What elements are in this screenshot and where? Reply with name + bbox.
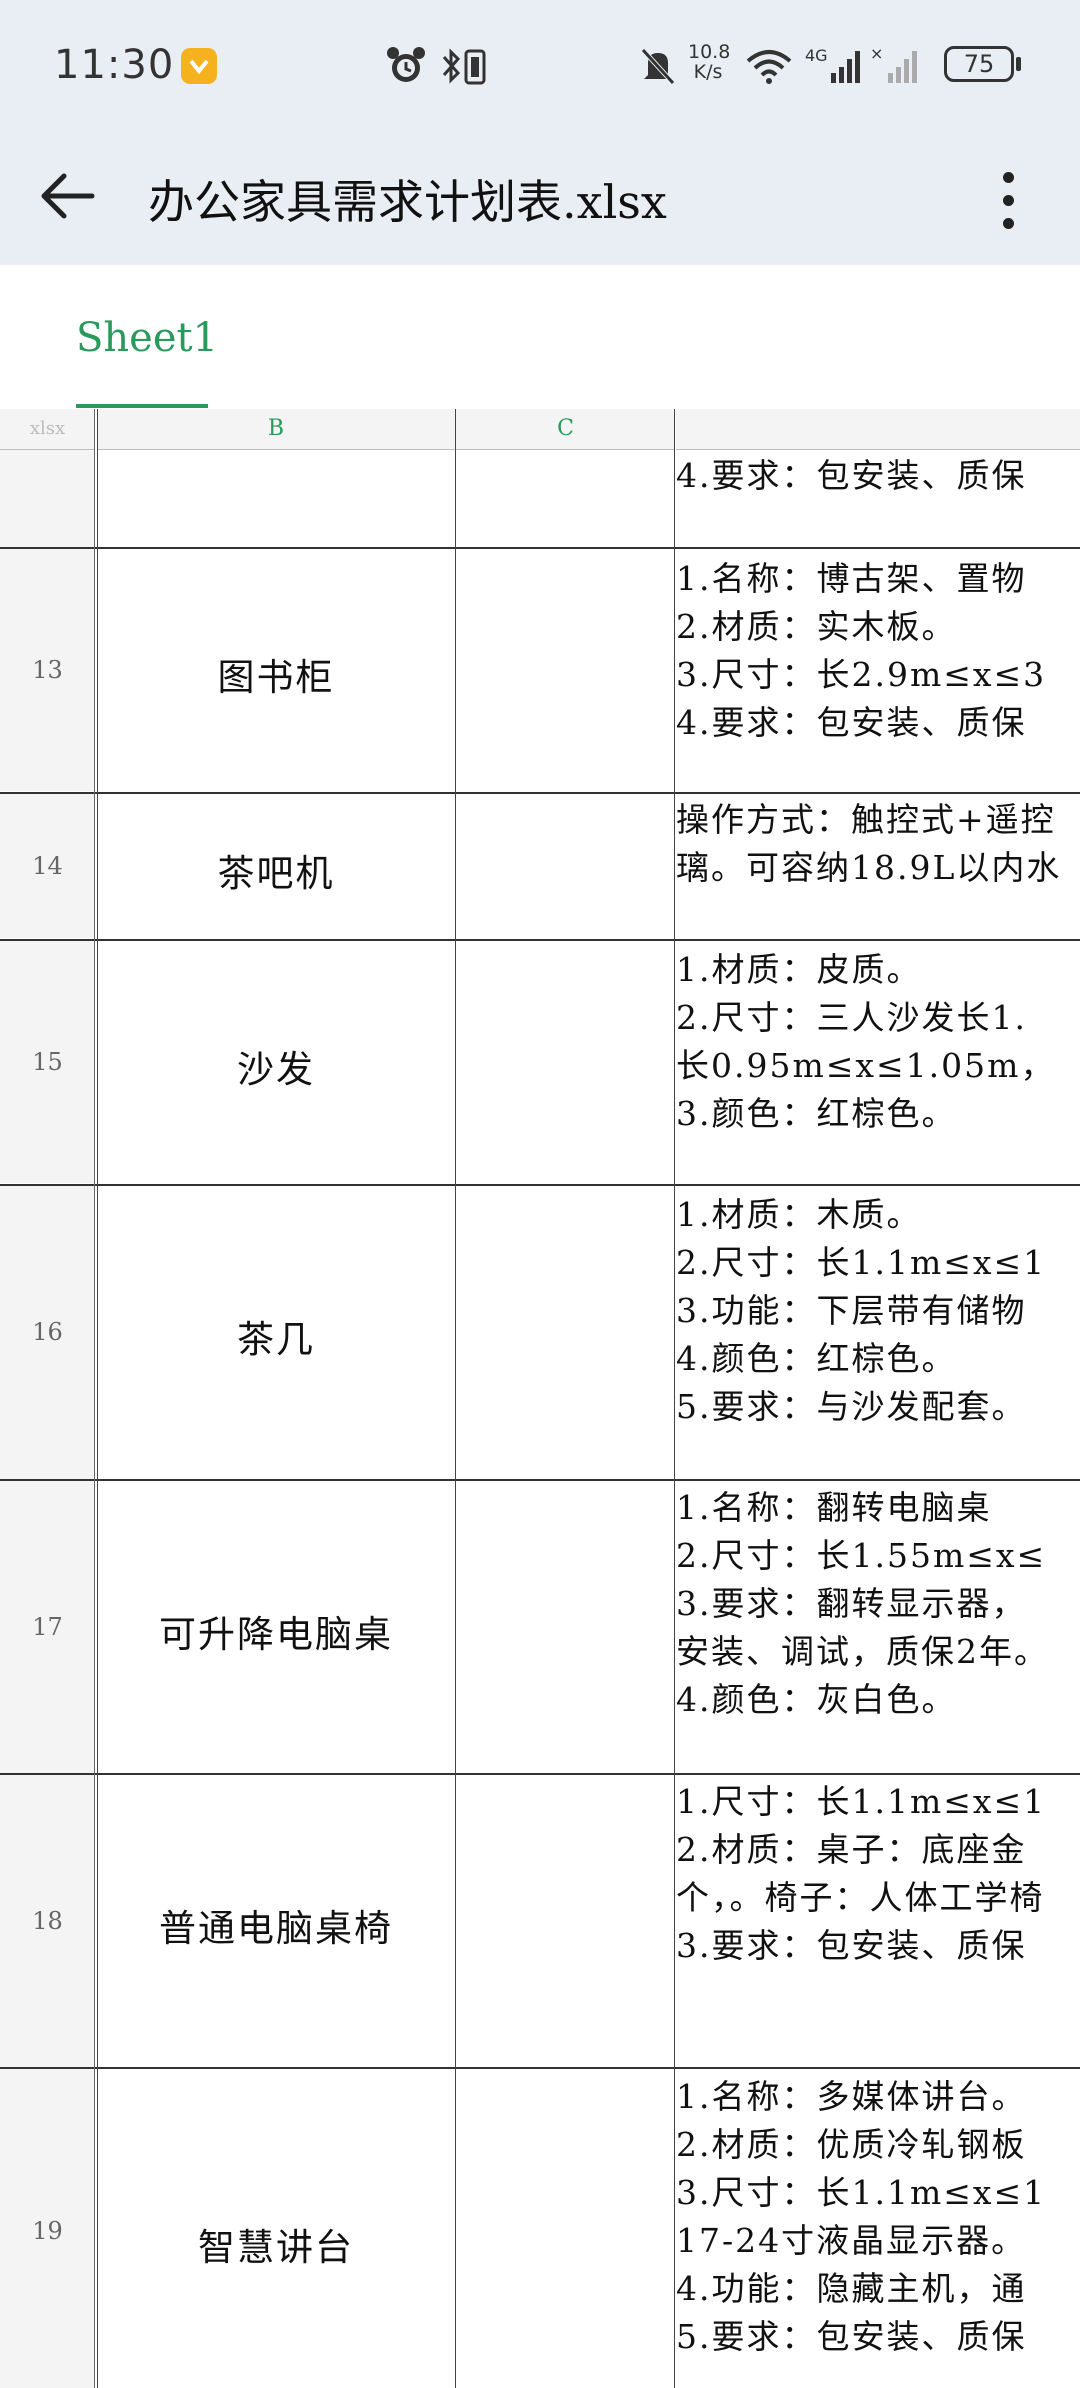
cell-b-name[interactable]: 茶吧机 bbox=[97, 843, 455, 897]
spec-line: 操作方式：触控式+遥控 bbox=[676, 800, 1056, 839]
spec-line: 1.名称：翻转电脑桌 bbox=[676, 1488, 992, 1527]
spec-line: 3.要求：翻转显示器， bbox=[676, 1584, 1027, 1623]
row-divider bbox=[0, 547, 1080, 549]
row-header[interactable]: 16 bbox=[0, 1186, 95, 1479]
row-divider bbox=[0, 1479, 1080, 1481]
svg-text:×: × bbox=[870, 44, 883, 63]
column-divider bbox=[94, 409, 95, 2388]
spec-line: 1.材质：皮质。 bbox=[676, 950, 922, 989]
column-header-d[interactable] bbox=[676, 409, 1080, 450]
spec-line: 4.要求：包安装、质保 bbox=[676, 456, 1027, 495]
spec-line: 4.颜色：红棕色。 bbox=[676, 1339, 957, 1378]
app-bar: 办公家具需求计划表.xlsx bbox=[0, 130, 1080, 265]
row-header[interactable]: 19 bbox=[0, 2069, 95, 2388]
spec-line: 4.颜色：灰白色。 bbox=[676, 1680, 957, 1719]
row-divider bbox=[0, 1184, 1080, 1186]
net-speed: 10.8 K/s bbox=[688, 41, 731, 83]
svg-text:4G: 4G bbox=[805, 46, 828, 65]
spec-line: 1.尺寸：长1.1m≤x≤1 bbox=[676, 1782, 1047, 1821]
spec-line: 2.尺寸：长1.55m≤x≤ bbox=[676, 1536, 1047, 1575]
spec-line: 长0.95m≤x≤1.05m， bbox=[676, 1046, 1056, 1085]
column-divider bbox=[455, 409, 456, 2388]
column-header-b[interactable]: B bbox=[97, 409, 455, 450]
no-signal-icon: × bbox=[870, 44, 917, 83]
row-header[interactable]: 17 bbox=[0, 1481, 95, 1774]
spec-line: 3.功能：下层带有储物 bbox=[676, 1291, 1027, 1330]
status-bar: 11:30 10.8 K/s 4G × 75 bbox=[0, 0, 1080, 130]
spec-line: 2.材质：实木板。 bbox=[676, 607, 957, 646]
row-header[interactable]: 18 bbox=[0, 1775, 95, 2068]
column-divider bbox=[674, 409, 675, 2388]
row-header[interactable]: 14 bbox=[0, 794, 95, 938]
row-number: 19 bbox=[32, 2217, 63, 2245]
spec-line: 4.要求：包安装、质保 bbox=[676, 703, 1027, 742]
cell-d-spec[interactable]: 4.要求：包安装、质保 bbox=[676, 452, 1080, 500]
cell-d-spec[interactable]: 1.名称：翻转电脑桌 2.尺寸：长1.55m≤x≤ 3.要求：翻转显示器， 安装… bbox=[676, 1484, 1080, 1724]
bluetooth-icon bbox=[442, 48, 486, 85]
spec-line: 璃。可容纳18.9L以内水 bbox=[676, 848, 1062, 887]
spec-line: 5.要求：与沙发配套。 bbox=[676, 1387, 1027, 1426]
wifi-icon bbox=[746, 50, 792, 84]
spec-line: 17-24寸液晶显示器。 bbox=[676, 2221, 1027, 2260]
cell-b-name[interactable]: 图书柜 bbox=[97, 647, 455, 701]
spec-line: 2.材质：优质冷轧钢板 bbox=[676, 2125, 1027, 2164]
back-arrow-icon[interactable] bbox=[36, 164, 100, 228]
battery-icon: 75 bbox=[944, 46, 1014, 82]
row-divider bbox=[0, 792, 1080, 794]
cell-b-name[interactable]: 可升降电脑桌 bbox=[97, 1604, 455, 1658]
battery-level: 75 bbox=[963, 50, 995, 78]
cell-b-name[interactable]: 智慧讲台 bbox=[97, 2217, 455, 2271]
spec-line: 2.尺寸：三人沙发长1. bbox=[676, 998, 1027, 1037]
cell-b-name[interactable]: 茶几 bbox=[97, 1309, 455, 1363]
cell-d-spec[interactable]: 操作方式：触控式+遥控 璃。可容纳18.9L以内水 bbox=[676, 796, 1080, 892]
cell-d-spec[interactable]: 1.材质：皮质。 2.尺寸：三人沙发长1. 长0.95m≤x≤1.05m， 3.… bbox=[676, 946, 1080, 1138]
4g-signal-icon: 4G bbox=[805, 46, 860, 83]
mute-icon bbox=[641, 48, 675, 85]
spec-line: 3.要求：包安装、质保 bbox=[676, 1926, 1027, 1965]
cell-d-spec[interactable]: 1.材质：木质。 2.尺寸：长1.1m≤x≤1 3.功能：下层带有储物 4.颜色… bbox=[676, 1191, 1080, 1431]
spec-line: 3.颜色：红棕色。 bbox=[676, 1094, 957, 1133]
sheet-tab-bar: Sheet1 bbox=[0, 265, 1080, 409]
corner-cell: xlsx bbox=[0, 409, 95, 450]
spec-line: 1.名称：多媒体讲台。 bbox=[676, 2077, 1027, 2116]
cell-b-name[interactable]: 普通电脑桌椅 bbox=[97, 1898, 455, 1952]
net-speed-unit: K/s bbox=[693, 61, 723, 83]
row-divider bbox=[0, 939, 1080, 941]
net-speed-value: 10.8 bbox=[688, 41, 731, 63]
more-vert-icon[interactable] bbox=[990, 160, 1026, 240]
app-notification-icon bbox=[181, 48, 217, 84]
row-header[interactable]: 15 bbox=[0, 941, 95, 1183]
cell-b-name[interactable]: 沙发 bbox=[97, 1039, 455, 1093]
column-header-c[interactable]: C bbox=[456, 409, 675, 450]
row-divider bbox=[0, 2067, 1080, 2069]
document-title: 办公家具需求计划表.xlsx bbox=[148, 175, 667, 229]
battery-tip bbox=[1016, 57, 1021, 71]
spec-line: 1.名称：博古架、置物 bbox=[676, 559, 1027, 598]
row-header[interactable] bbox=[0, 450, 95, 547]
alarm-icon bbox=[387, 47, 425, 82]
spec-line: 2.尺寸：长1.1m≤x≤1 bbox=[676, 1243, 1047, 1282]
spec-line: 2.材质：桌子：底座金 bbox=[676, 1830, 1027, 1869]
cell-d-spec[interactable]: 1.尺寸：长1.1m≤x≤1 2.材质：桌子：底座金 个，。椅子：人体工学椅 3… bbox=[676, 1778, 1080, 1970]
row-header[interactable]: 13 bbox=[0, 549, 95, 791]
column-divider bbox=[97, 409, 98, 2388]
spec-line: 4.功能：隐藏主机，通 bbox=[676, 2269, 1027, 2308]
spec-line: 3.尺寸：长1.1m≤x≤1 bbox=[676, 2173, 1047, 2212]
cell-d-spec[interactable]: 1.名称：博古架、置物 2.材质：实木板。 3.尺寸：长2.9m≤x≤3 4.要… bbox=[676, 555, 1080, 747]
tab-sheet1[interactable]: Sheet1 bbox=[76, 315, 218, 361]
spec-line: 安装、调试，质保2年。 bbox=[676, 1632, 1049, 1671]
active-tab-indicator bbox=[76, 404, 208, 408]
spreadsheet-grid[interactable]: xlsx B C 4.要求：包安装、质保 13 图书柜 1.名称：博古架、置物 … bbox=[0, 409, 1080, 2388]
spec-line: 1.材质：木质。 bbox=[676, 1195, 922, 1234]
status-time: 11:30 bbox=[54, 42, 175, 88]
spec-line: 3.尺寸：长2.9m≤x≤3 bbox=[676, 655, 1047, 694]
row-divider bbox=[0, 1773, 1080, 1775]
spec-line: 5.要求：包安装、质保 bbox=[676, 2317, 1027, 2356]
spec-line: 个，。椅子：人体工学椅 bbox=[676, 1878, 1045, 1917]
cell-d-spec[interactable]: 1.名称：多媒体讲台。 2.材质：优质冷轧钢板 3.尺寸：长1.1m≤x≤1 1… bbox=[676, 2073, 1080, 2361]
